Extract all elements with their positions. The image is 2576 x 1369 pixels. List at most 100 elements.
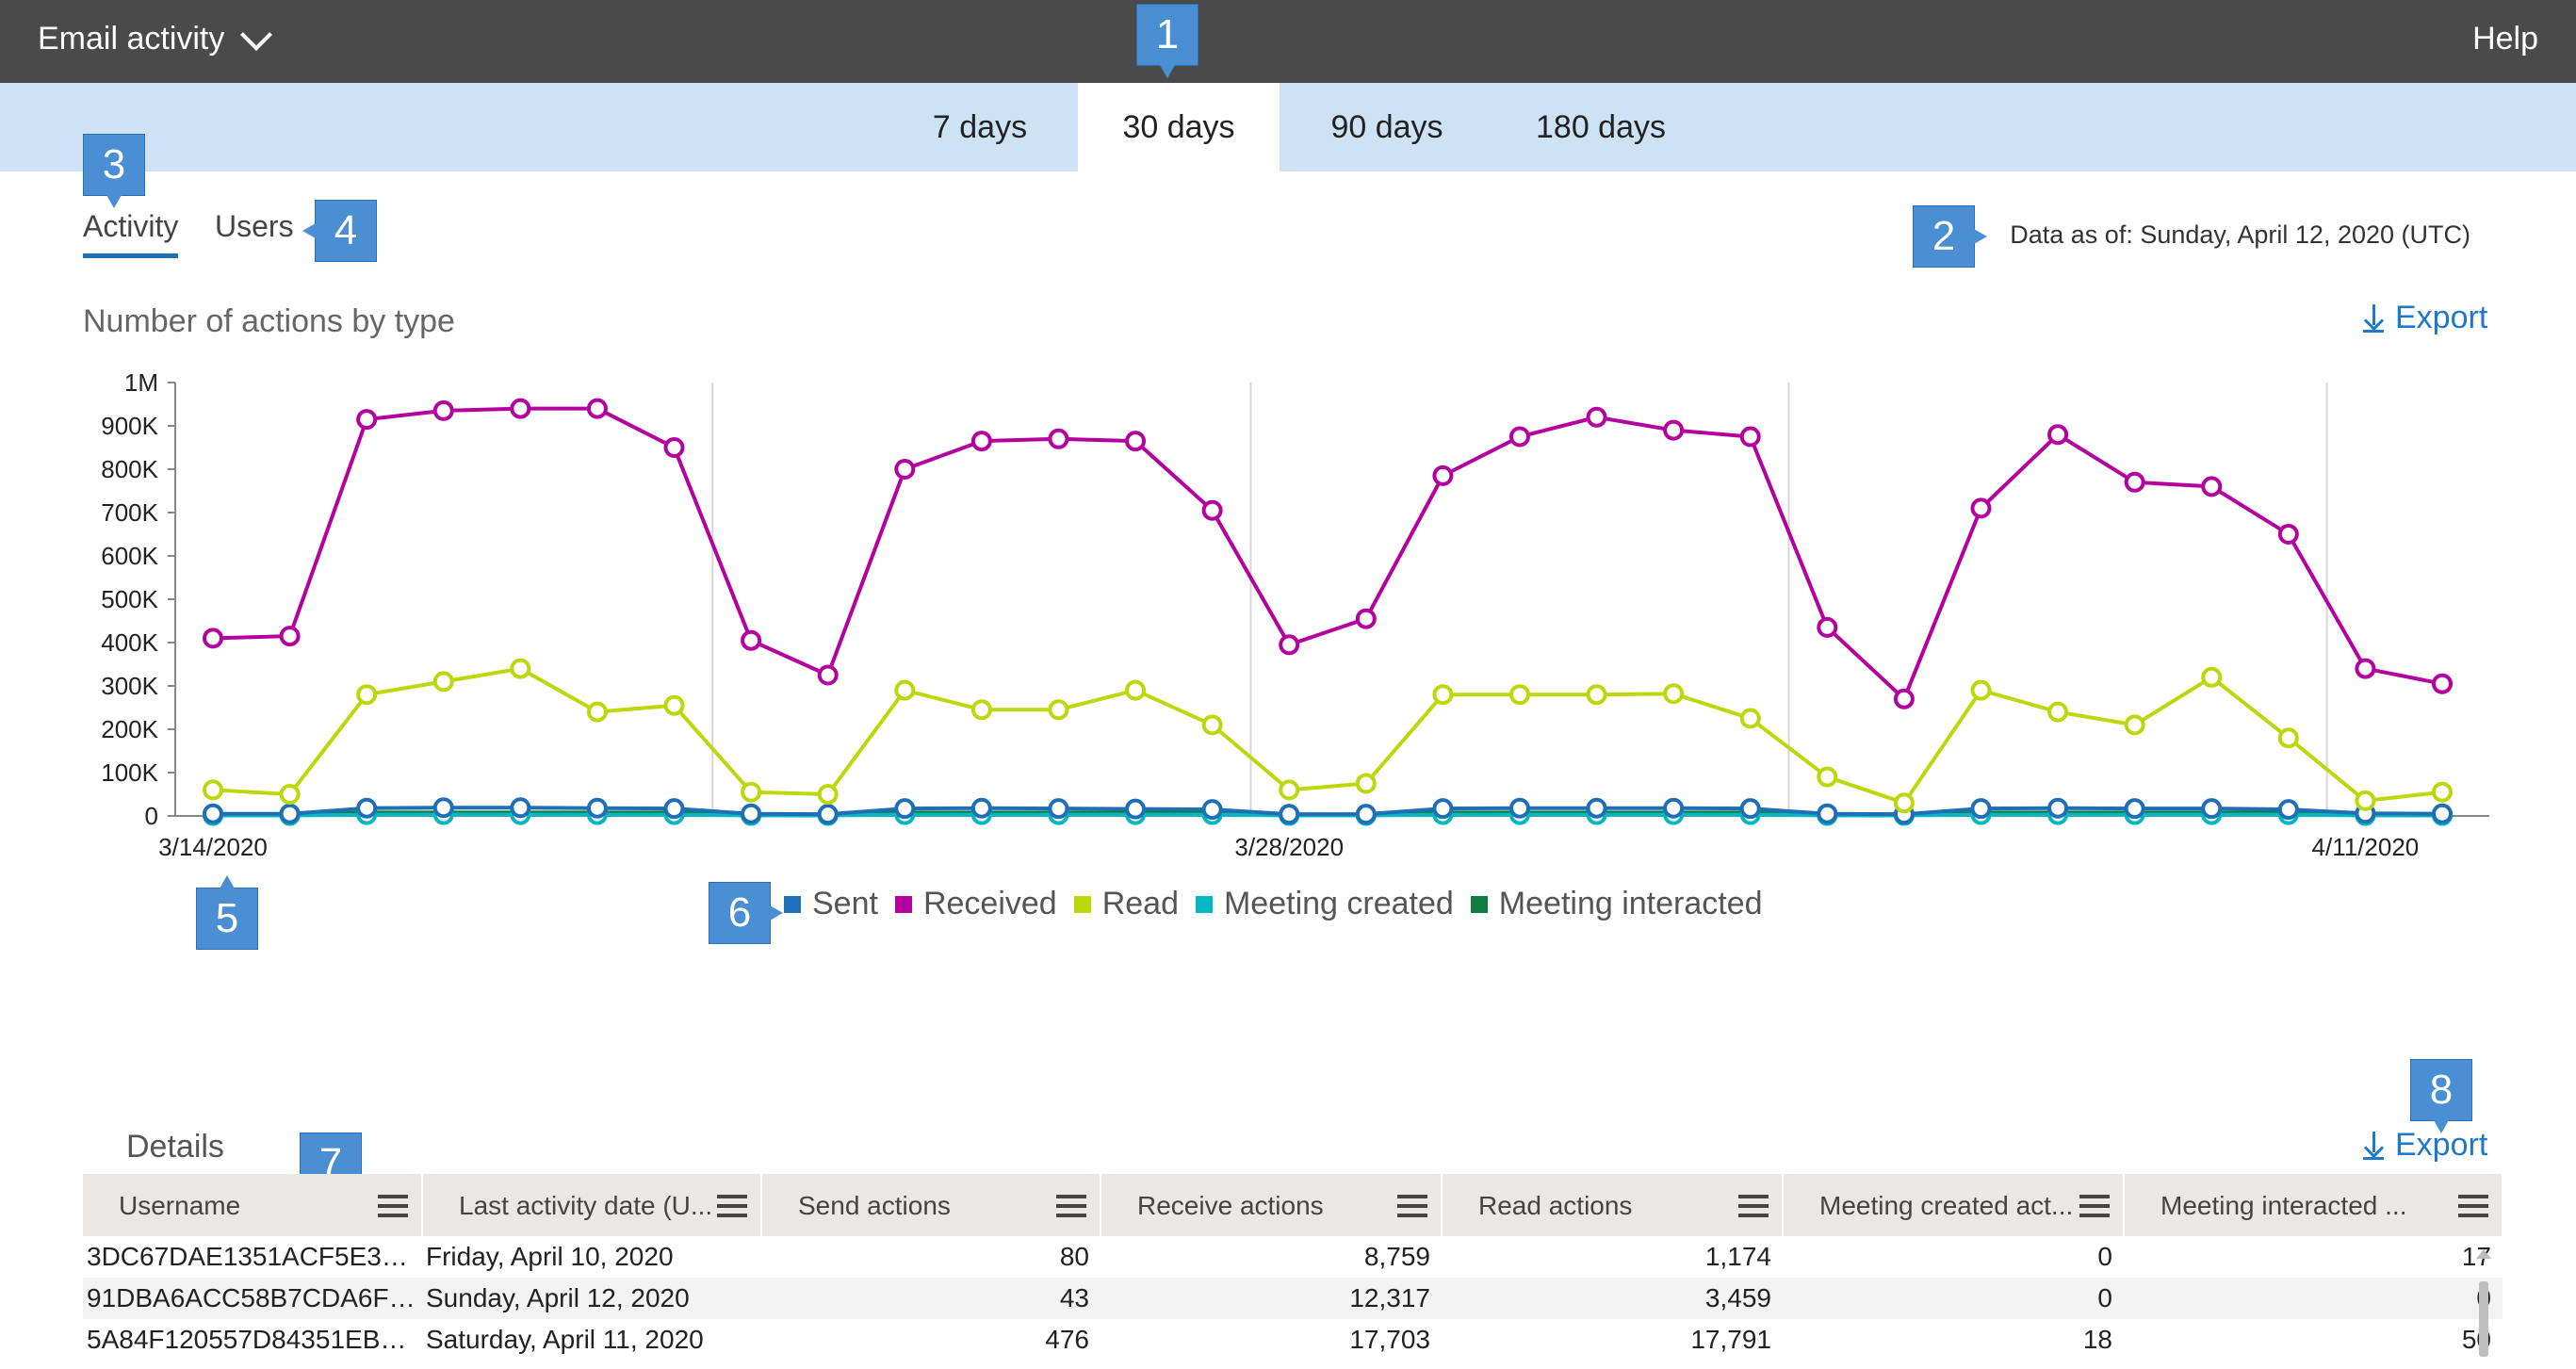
- chevron-down-icon[interactable]: [240, 18, 273, 51]
- table-scrollbar[interactable]: [2476, 1244, 2491, 1369]
- data-point: [2124, 471, 2145, 493]
- scroll-up-icon[interactable]: [2476, 1249, 2491, 1259]
- data-point: [1201, 799, 1223, 821]
- data-point: [1432, 798, 1454, 820]
- column-menu-icon[interactable]: [1056, 1195, 1086, 1217]
- line-chart: 0 100K 200K 300K 400K 500K 600K 700K 800K 900K 1M 3…: [101, 368, 2489, 861]
- tab-30-days[interactable]: 30 days: [1078, 83, 1280, 171]
- data-point: [1125, 798, 1147, 820]
- data-point: [2047, 797, 2069, 819]
- data-point: [1201, 499, 1223, 521]
- data-point: [1970, 679, 1992, 701]
- column-menu-icon[interactable]: [378, 1195, 408, 1217]
- table-cell: 476: [1045, 1325, 1089, 1354]
- chart-export-button[interactable]: Export: [2363, 300, 2487, 336]
- data-point: [279, 803, 301, 824]
- help-link[interactable]: Help: [2472, 21, 2538, 57]
- data-point: [2201, 798, 2223, 820]
- column-header-label: Send actions: [798, 1190, 951, 1220]
- data-point: [2277, 727, 2299, 749]
- data-point: [1663, 683, 1685, 705]
- table-cell: 91DBA6ACC58B7CDA6FD...: [83, 1278, 422, 1319]
- export-label: Export: [2395, 1127, 2488, 1163]
- data-point: [2277, 799, 2299, 821]
- legend-item[interactable]: Received: [894, 886, 1057, 922]
- legend-item[interactable]: Meeting interacted: [1470, 886, 1763, 922]
- table-row[interactable]: 5A84F120557D84351EBDF... Saturday, April …: [83, 1319, 2503, 1361]
- y-tick-label: 500K: [101, 585, 158, 613]
- legend-label: Meeting created: [1223, 886, 1454, 921]
- table-cell: Sunday, April 12, 2020: [422, 1278, 761, 1319]
- tab-activity[interactable]: Activity: [83, 209, 179, 258]
- y-tick-label: 600K: [101, 542, 158, 570]
- x-tick-label: 4/11/2020: [2312, 833, 2420, 861]
- column-header-label: Meeting interacted ...: [2160, 1190, 2407, 1220]
- data-point: [2277, 524, 2299, 545]
- data-point: [1970, 497, 1992, 519]
- column-header-label: Last activity date (U...: [459, 1190, 713, 1220]
- tab-users[interactable]: Users: [215, 209, 294, 244]
- data-point: [1586, 406, 1607, 428]
- table-cell: Saturday, April 11, 2020: [426, 1325, 704, 1354]
- x-tick-label: 3/28/2020: [1234, 833, 1344, 861]
- tab-180-days[interactable]: 180 days: [1511, 83, 1690, 171]
- data-point: [279, 784, 301, 805]
- table-row[interactable]: 3DC67DAE1351ACF5E3B5... Friday, April 10,…: [83, 1236, 2503, 1278]
- column-menu-icon[interactable]: [1397, 1195, 1427, 1217]
- legend-item[interactable]: Read: [1073, 886, 1179, 922]
- data-point: [432, 797, 454, 819]
- tab-7-days[interactable]: 7 days: [905, 83, 1055, 171]
- report-selector[interactable]: Email activity: [38, 18, 273, 57]
- column-header[interactable]: Username: [83, 1174, 423, 1236]
- column-header[interactable]: Send actions: [761, 1174, 1101, 1236]
- details-export-button[interactable]: Export: [2363, 1127, 2487, 1164]
- y-tick-label: 400K: [101, 628, 158, 657]
- data-point: [356, 797, 378, 819]
- table-row[interactable]: 91DBA6ACC58B7CDA6FD... Sunday, April 12, …: [83, 1278, 2503, 1319]
- tab-90-days[interactable]: 90 days: [1310, 83, 1464, 171]
- data-point: [970, 699, 992, 721]
- callout-6: 6: [709, 882, 783, 944]
- column-header[interactable]: Receive actions: [1101, 1174, 1443, 1236]
- scroll-thumb[interactable]: [2479, 1281, 2488, 1357]
- column-menu-icon[interactable]: [2079, 1195, 2110, 1217]
- data-point: [894, 798, 916, 820]
- column-menu-icon[interactable]: [1738, 1195, 1769, 1217]
- y-tick-label: 200K: [101, 715, 158, 743]
- data-point: [432, 399, 454, 421]
- data-point: [970, 797, 992, 819]
- callout-3: 3: [83, 134, 145, 208]
- legend-swatch: [1073, 895, 1091, 913]
- table-cell: 8,759: [1363, 1242, 1430, 1271]
- data-point: [586, 797, 608, 819]
- data-point: [1508, 797, 1530, 819]
- data-as-of: Data as of: Sunday, April 12, 2020 (UTC): [2010, 220, 2470, 249]
- legend-label: Sent: [812, 886, 878, 921]
- table-cell: 3,459: [1442, 1278, 1783, 1319]
- table-cell: 18: [2082, 1325, 2112, 1354]
- y-tick-label: 300K: [101, 672, 158, 700]
- column-header[interactable]: Meeting interacted ...: [2124, 1174, 2503, 1236]
- legend-label: Meeting interacted: [1498, 886, 1763, 921]
- column-header[interactable]: Read actions: [1442, 1174, 1784, 1236]
- column-header[interactable]: Meeting created act...: [1783, 1174, 2125, 1236]
- legend-swatch: [894, 895, 912, 913]
- data-point: [1893, 688, 1915, 709]
- legend-item[interactable]: Sent: [784, 886, 878, 922]
- data-point: [1817, 803, 1838, 824]
- data-point: [1355, 773, 1377, 794]
- legend-label: Read: [1101, 886, 1179, 921]
- data-point: [817, 664, 839, 686]
- legend-item[interactable]: Meeting created: [1195, 886, 1454, 922]
- column-menu-icon[interactable]: [2458, 1195, 2488, 1217]
- column-menu-icon[interactable]: [717, 1195, 747, 1217]
- data-point: [1970, 798, 1992, 820]
- table-cell: 0: [2124, 1278, 2503, 1319]
- data-point: [1739, 708, 1761, 729]
- column-header-label: Receive actions: [1137, 1190, 1324, 1220]
- column-header-label: Meeting created act...: [1819, 1190, 2074, 1220]
- column-header[interactable]: Last activity date (U...: [422, 1174, 762, 1236]
- data-point: [1048, 428, 1069, 449]
- data-point: [2124, 714, 2145, 736]
- data-point: [510, 658, 531, 679]
